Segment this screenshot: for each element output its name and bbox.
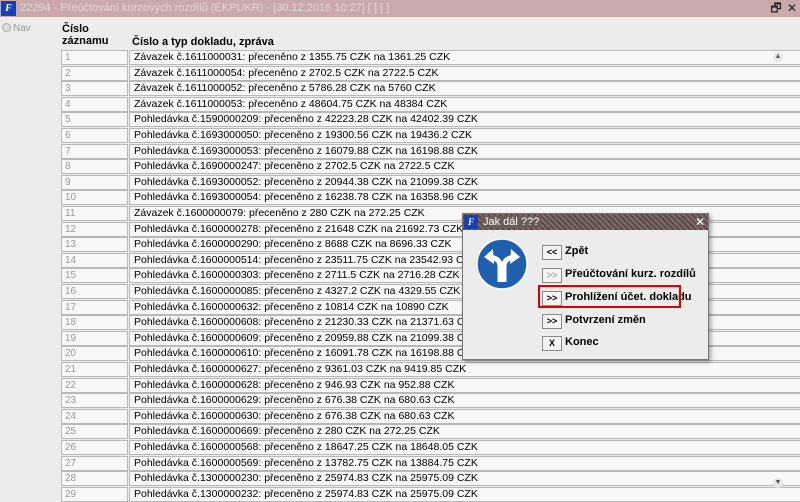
exit-label: Konec: [565, 336, 599, 348]
record-number-field[interactable]: 19: [61, 330, 128, 346]
back-label: Zpět: [565, 245, 589, 257]
record-number-field[interactable]: 16: [61, 284, 128, 299]
record-message-field[interactable]: Pohledávka č.1300000232: přeceněno z 259…: [129, 486, 800, 502]
exit-button[interactable]: X: [542, 336, 562, 351]
record-number-field[interactable]: 21: [61, 362, 128, 377]
record-number-field[interactable]: 12: [61, 221, 128, 237]
record-number-field[interactable]: 2: [61, 65, 128, 81]
nav-label: Nav: [13, 23, 31, 34]
record-message-field[interactable]: Pohledávka č.1600000568: přeceněno z 186…: [129, 440, 800, 455]
dialog-title: Jak dál ???: [481, 216, 542, 228]
record-number-field[interactable]: 13: [61, 237, 128, 253]
vertical-scrollbar[interactable]: ▲ ▼: [773, 50, 783, 490]
record-number-field[interactable]: 11: [61, 206, 128, 221]
record-message-field[interactable]: Pohledávka č.1690000247: přeceněno z 270…: [129, 159, 800, 175]
record-number-header: Číslo záznamu: [62, 23, 108, 47]
record-message-field[interactable]: Pohledávka č.1693000054: přeceněno z 162…: [129, 190, 800, 206]
record-number-field[interactable]: 25: [61, 424, 128, 440]
record-message-field[interactable]: Pohledávka č.1693000052: přeceněno z 209…: [129, 174, 800, 190]
record-message-field[interactable]: Pohledávka č.1693000050: přeceněno z 193…: [129, 128, 800, 143]
window-titlebar: F 22294 - Přeúčtování kurzových rozdílů …: [0, 0, 800, 17]
record-number-field[interactable]: 3: [61, 81, 128, 97]
record-number-field[interactable]: 4: [61, 96, 128, 112]
record-number-field[interactable]: 9: [61, 174, 128, 190]
record-message-field[interactable]: Pohledávka č.1600000627: přeceněno z 936…: [129, 362, 800, 377]
direction-sign-icon: [476, 238, 528, 290]
record-number-field[interactable]: 24: [61, 408, 128, 424]
record-message-field[interactable]: Pohledávka č.1590000209: přeceněno z 422…: [129, 112, 800, 128]
record-number-field[interactable]: 26: [61, 440, 128, 455]
record-number-field[interactable]: 6: [61, 128, 128, 143]
record-number-field[interactable]: 8: [61, 159, 128, 175]
record-number-field[interactable]: 23: [61, 393, 128, 409]
record-message-field[interactable]: Závazek č.1611000031: přeceněno z 1355.7…: [129, 50, 800, 65]
message-header: Číslo a typ dokladu, zpráva: [132, 36, 274, 48]
record-message-field[interactable]: Pohledávka č.1693000053: přeceněno z 160…: [129, 143, 800, 159]
record-message-field[interactable]: Pohledávka č.1300000230: přeceněno z 259…: [129, 471, 800, 487]
record-number-field[interactable]: 28: [61, 471, 128, 487]
highlight-box: [538, 285, 681, 308]
close-window-button[interactable]: ✕: [785, 1, 799, 15]
scroll-up-arrow-icon[interactable]: ▲: [773, 52, 783, 62]
record-number-field[interactable]: 14: [61, 252, 128, 268]
confirm-changes-label: Potvrzení změn: [565, 314, 646, 326]
record-message-field[interactable]: Pohledávka č.1600000628: přeceněno z 946…: [129, 377, 800, 393]
restore-window-button[interactable]: 🗗: [769, 1, 783, 15]
currency-revaluation-button[interactable]: >>: [542, 268, 562, 283]
record-number-field[interactable]: 7: [61, 143, 128, 159]
record-number-header-line1: Číslo: [62, 23, 89, 35]
record-number-field[interactable]: 27: [61, 455, 128, 471]
record-number-field[interactable]: 15: [61, 268, 128, 284]
record-message-field[interactable]: Pohledávka č.1600000629: přeceněno z 676…: [129, 393, 800, 409]
confirm-changes-button[interactable]: >>: [542, 314, 562, 329]
nav-button[interactable]: Nav: [2, 23, 31, 34]
record-message-field[interactable]: Závazek č.1611000053: přeceněno z 48604.…: [129, 96, 800, 112]
app-logo-icon: F: [1, 1, 16, 16]
record-number-field[interactable]: 17: [61, 299, 128, 315]
back-button[interactable]: <<: [542, 245, 562, 260]
scroll-down-arrow-icon[interactable]: ▼: [773, 478, 783, 488]
record-message-field[interactable]: Závazek č.1611000052: přeceněno z 5786.2…: [129, 81, 800, 97]
record-number-field[interactable]: 22: [61, 377, 128, 393]
record-message-field[interactable]: Závazek č.1611000054: přeceněno z 2702.5…: [129, 65, 800, 81]
dialog-logo-icon: F: [464, 215, 478, 229]
record-number-header-line2: záznamu: [62, 35, 109, 47]
record-number-field[interactable]: 1: [61, 50, 128, 65]
record-message-field[interactable]: Pohledávka č.1600000669: přeceněno z 280…: [129, 424, 800, 440]
record-number-field[interactable]: 20: [61, 346, 128, 362]
currency-revaluation-label: Přeúčtování kurz. rozdílů: [565, 268, 696, 280]
record-message-field[interactable]: Pohledávka č.1600000569: přeceněno z 137…: [129, 455, 800, 471]
dialog-close-button[interactable]: ✕: [693, 215, 707, 229]
record-number-field[interactable]: 10: [61, 190, 128, 206]
nav-radio-icon: [2, 23, 11, 32]
record-number-field[interactable]: 18: [61, 315, 128, 331]
window-title: 22294 - Přeúčtování kurzových rozdílů (E…: [20, 2, 390, 14]
record-number-field[interactable]: 29: [61, 486, 128, 502]
record-number-field[interactable]: 5: [61, 112, 128, 128]
record-message-field[interactable]: Pohledávka č.1600000630: přeceněno z 676…: [129, 408, 800, 424]
dialog-titlebar: F Jak dál ??? ✕: [463, 214, 708, 230]
